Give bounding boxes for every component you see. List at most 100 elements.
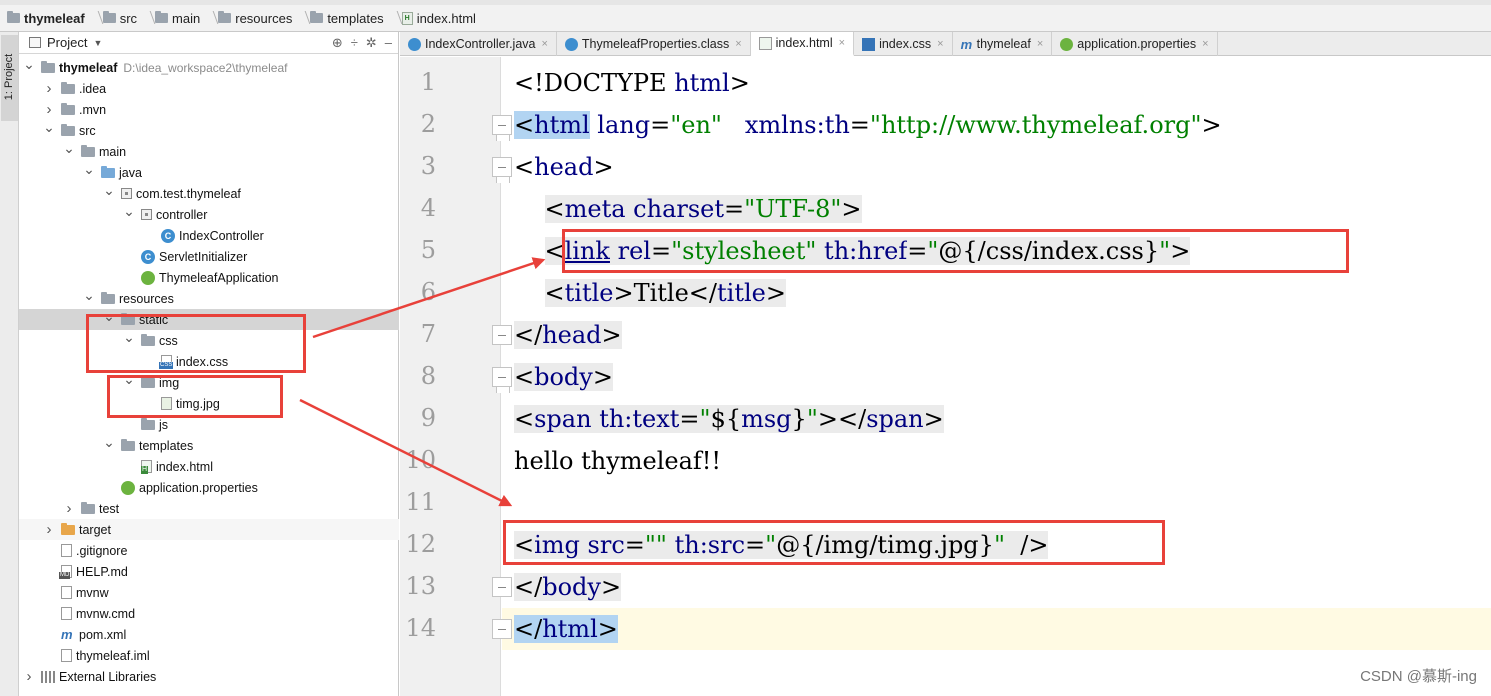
- close-icon[interactable]: ×: [1202, 38, 1208, 50]
- tree-item[interactable]: ›index.html: [19, 456, 399, 477]
- tree-item[interactable]: ›CIndexController: [19, 225, 399, 246]
- fold-collapse-icon[interactable]: [492, 157, 512, 183]
- tree-item[interactable]: › test: [19, 498, 399, 519]
- editor-tab[interactable]: application.properties ×: [1052, 32, 1218, 56]
- tree-item[interactable]: ⌄ templates: [19, 434, 399, 456]
- tree-item[interactable]: ⌄ java: [19, 161, 399, 183]
- fold-collapse-icon[interactable]: [492, 367, 512, 393]
- project-tool-tab[interactable]: 1: Project: [1, 35, 18, 121]
- code-line[interactable]: < html lang = "en" xmlns:th = "http://www.thy…: [514, 104, 1222, 146]
- breadcrumb-item[interactable]: Hindex.html: [399, 8, 479, 28]
- chevron-down-icon[interactable]: ⌄: [123, 203, 135, 219]
- editor-tab[interactable]: ThymeleafProperties.class ×: [557, 32, 751, 56]
- breadcrumb-item[interactable]: templates: [307, 8, 386, 28]
- code-line[interactable]: < title > Title </title >: [514, 272, 786, 314]
- tree-item[interactable]: ⌄ resources: [19, 287, 399, 309]
- close-icon[interactable]: ×: [735, 38, 741, 50]
- locate-icon[interactable]: ⊕: [332, 35, 343, 51]
- tree-item[interactable]: › .mvn: [19, 99, 399, 120]
- code-token: {/css/index.css}: [962, 237, 1160, 265]
- fold-collapse-icon[interactable]: [492, 115, 512, 141]
- chevron-right-icon[interactable]: ›: [43, 80, 55, 97]
- tree-item[interactable]: ⌄ img: [19, 371, 399, 393]
- tree-item[interactable]: › .idea: [19, 78, 399, 99]
- fold-end-icon[interactable]: [492, 619, 512, 639]
- tree-item[interactable]: ›.gitignore: [19, 540, 399, 561]
- folder-icon: [81, 501, 95, 514]
- editor-tab[interactable]: m thymeleaf ×: [953, 32, 1053, 56]
- line-number: 9: [420, 404, 436, 432]
- code-line[interactable]: < head >: [514, 146, 614, 188]
- chevron-right-icon[interactable]: ›: [43, 521, 55, 538]
- close-icon[interactable]: ×: [541, 38, 547, 50]
- tree-item[interactable]: ›mvnw: [19, 582, 399, 603]
- chevron-down-icon[interactable]: ⌄: [23, 56, 35, 72]
- code-line[interactable]: </body >: [514, 566, 622, 608]
- tree-item[interactable]: › target: [19, 519, 399, 540]
- tree-item[interactable]: ›js: [19, 414, 399, 435]
- code-line[interactable]: < body >: [514, 356, 613, 398]
- tree-item[interactable]: ›HELP.md: [19, 561, 399, 582]
- tree-item[interactable]: ›index.css: [19, 351, 399, 372]
- chevron-down-icon[interactable]: ⌄: [43, 119, 55, 135]
- close-icon[interactable]: ×: [1037, 38, 1043, 50]
- chevron-down-icon[interactable]: ⌄: [103, 182, 115, 198]
- tree-item[interactable]: ⌄ com.test.thymeleaf: [19, 182, 399, 204]
- tree-item-label: External Libraries: [59, 669, 157, 684]
- code-line[interactable]: </head >: [514, 314, 622, 356]
- editor-tab[interactable]: index.html ×: [750, 32, 855, 56]
- close-icon[interactable]: ×: [839, 37, 845, 49]
- tree-item[interactable]: ›thymeleaf.iml: [19, 645, 399, 666]
- breadcrumb-item[interactable]: main: [152, 8, 203, 28]
- gear-icon[interactable]: ✲: [366, 35, 377, 51]
- chevron-right-icon[interactable]: ›: [23, 668, 35, 685]
- breadcrumb-label: resources: [235, 10, 293, 26]
- chevron-right-icon[interactable]: ›: [63, 500, 75, 517]
- tree-item[interactable]: ›mvnw.cmd: [19, 603, 399, 624]
- code-line[interactable]: < img src = "" th:src = " @ {/img/timg.jpg} " />: [514, 524, 1049, 566]
- chevron-down-icon[interactable]: ⌄: [103, 308, 115, 324]
- tree-item-label: static: [139, 312, 169, 327]
- code-token: charset: [633, 195, 725, 223]
- code-editor[interactable]: 1 2 3 4 5 6 7 8 9 10 11 12 13 14 <!DOCTYPE html > < html…: [400, 57, 1491, 696]
- editor-tab[interactable]: index.css ×: [854, 32, 953, 56]
- editor-tab[interactable]: IndexController.java ×: [400, 32, 557, 56]
- tree-item[interactable]: ⌄ src: [19, 119, 399, 141]
- code-line[interactable]: </html >: [514, 608, 618, 650]
- tree-item[interactable]: ›CServletInitializer: [19, 246, 399, 267]
- code-line[interactable]: < meta charset = "UTF-8" >: [514, 188, 862, 230]
- tree-item[interactable]: ⌄ controller: [19, 203, 399, 225]
- chevron-down-icon[interactable]: ▼: [93, 38, 102, 48]
- chevron-down-icon[interactable]: ⌄: [123, 371, 135, 387]
- fold-end-icon[interactable]: [492, 577, 512, 597]
- code-line[interactable]: hello thymeleaf!!: [514, 440, 721, 482]
- code-line[interactable]: < span th:text = " ${msg} " ></span >: [514, 398, 944, 440]
- project-path: D:\idea_workspace2\thymeleaf: [123, 60, 288, 75]
- tree-item[interactable]: › External Libraries: [19, 666, 399, 687]
- chevron-down-icon[interactable]: ⌄: [83, 287, 95, 303]
- hide-icon[interactable]: –: [385, 35, 392, 51]
- tree-item[interactable]: ›mpom.xml: [19, 624, 399, 645]
- chevron-down-icon[interactable]: ⌄: [83, 161, 95, 177]
- tree-item[interactable]: ›application.properties: [19, 477, 399, 498]
- tree-item[interactable]: ⌄ css: [19, 329, 399, 351]
- tree-item[interactable]: ›timg.jpg: [19, 393, 399, 414]
- code-line[interactable]: < link rel = "stylesheet" th:href = " @ {/css/i…: [514, 230, 1191, 272]
- breadcrumb-item[interactable]: src: [100, 8, 140, 28]
- tree-item[interactable]: ⌄ thymeleaf D:\idea_workspace2\thymeleaf: [19, 56, 399, 78]
- chevron-down-icon[interactable]: ⌄: [103, 434, 115, 450]
- project-panel-title[interactable]: Project: [47, 35, 87, 50]
- breadcrumb-item[interactable]: thymeleaf: [4, 8, 88, 28]
- breadcrumb-item[interactable]: resources: [215, 8, 295, 28]
- tree-item[interactable]: ›ThymeleafApplication: [19, 267, 399, 288]
- code-line[interactable]: <!DOCTYPE html >: [514, 62, 750, 104]
- chevron-down-icon[interactable]: ⌄: [63, 140, 75, 156]
- chevron-right-icon[interactable]: ›: [43, 101, 55, 118]
- tree-item-label: ThymeleafApplication: [159, 270, 279, 285]
- tree-item[interactable]: ⌄ static: [19, 308, 399, 330]
- close-icon[interactable]: ×: [937, 38, 943, 50]
- fold-end-icon[interactable]: [492, 325, 512, 345]
- chevron-down-icon[interactable]: ⌄: [123, 329, 135, 345]
- tree-item[interactable]: ⌄ main: [19, 140, 399, 162]
- collapse-icon[interactable]: ÷: [351, 35, 358, 51]
